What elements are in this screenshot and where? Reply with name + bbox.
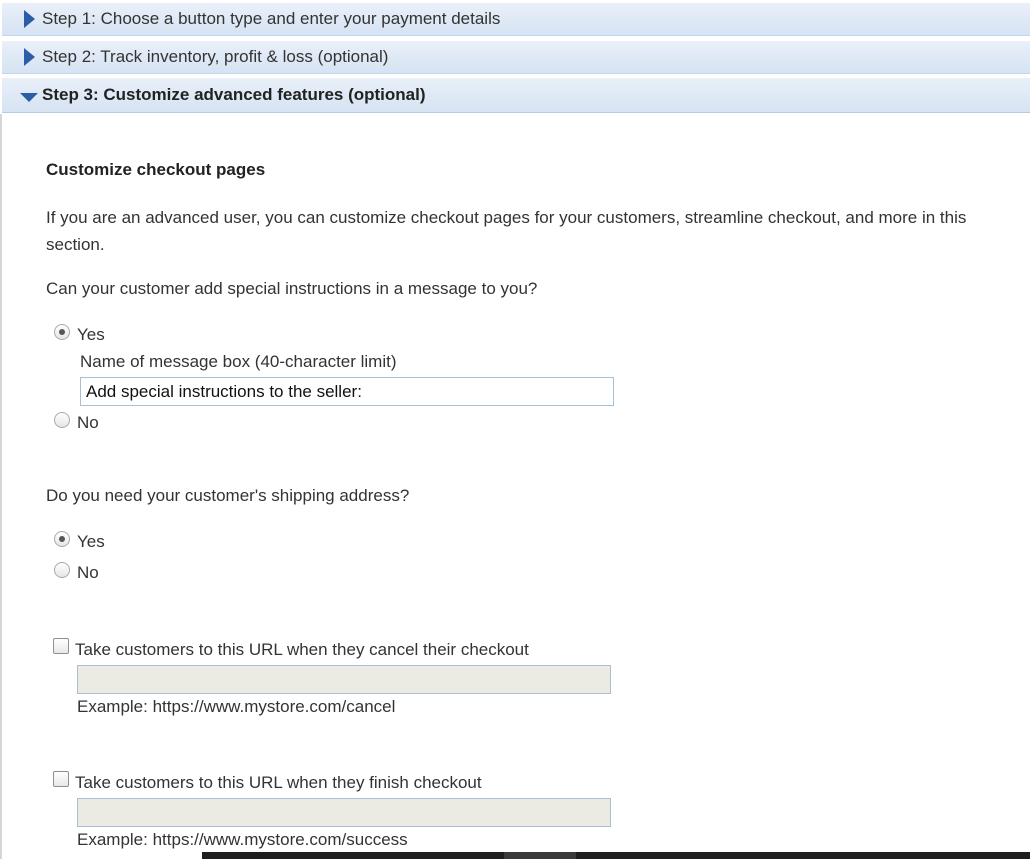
message-box-name-label: Name of message box (40-character limit) [80,352,397,371]
shipping-yes-label: Yes [77,532,105,551]
finish-url-checkbox[interactable] [53,771,69,787]
finish-url-label: Take customers to this URL when they fin… [75,773,482,792]
expand-arrow-icon [24,48,35,66]
step-3-header[interactable]: Step 3: Customize advanced features (opt… [2,77,1030,113]
instructions-no-label: No [77,413,99,432]
finish-url-input[interactable] [77,798,611,827]
horizontal-scrollbar-track[interactable] [202,852,504,859]
page: Step 1: Choose a button type and enter y… [0,0,1030,859]
shipping-no-radio[interactable] [54,562,70,578]
step-2-label: Step 2: Track inventory, profit & loss (… [42,47,389,66]
horizontal-scrollbar-thumb[interactable] [504,852,576,859]
step-3-label: Step 3: Customize advanced features (opt… [42,85,426,104]
section-title: Customize checkout pages [46,160,266,179]
cancel-url-checkbox[interactable] [53,638,69,654]
horizontal-scrollbar-track-right[interactable] [576,852,1030,859]
step-2-header[interactable]: Step 2: Track inventory, profit & loss (… [2,40,1030,74]
step-1-header[interactable]: Step 1: Choose a button type and enter y… [2,2,1030,36]
cancel-url-label: Take customers to this URL when they can… [75,640,529,659]
cancel-url-input[interactable] [77,665,611,694]
instructions-yes-label: Yes [77,325,105,344]
message-box-name-input[interactable] [80,377,614,406]
instructions-yes-radio[interactable] [54,324,70,340]
step-1-label: Step 1: Choose a button type and enter y… [42,9,501,28]
finish-url-example: Example: https://www.mystore.com/success [77,830,408,849]
instructions-no-radio[interactable] [54,412,70,428]
shipping-question: Do you need your customer's shipping add… [46,486,410,505]
collapse-arrow-icon [20,93,38,102]
shipping-no-label: No [77,563,99,582]
instructions-question: Can your customer add special instructio… [46,279,538,298]
panel-left-border [0,114,2,859]
section-intro: If you are an advanced user, you can cus… [46,208,967,254]
shipping-yes-radio[interactable] [54,531,70,547]
cancel-url-example: Example: https://www.mystore.com/cancel [77,697,396,716]
expand-arrow-icon [24,10,35,28]
